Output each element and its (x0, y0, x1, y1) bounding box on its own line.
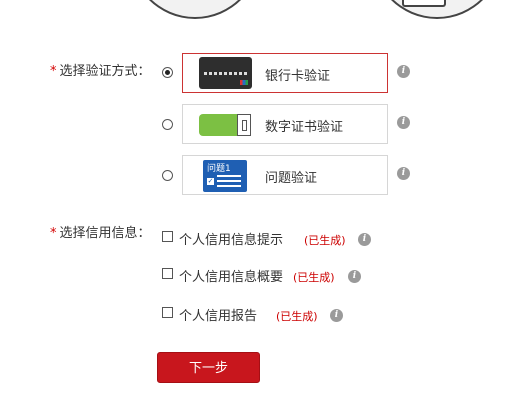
info-icon-credit-info-tips[interactable]: i (358, 233, 371, 246)
option-digital-certificate[interactable]: 数字证书验证 (182, 104, 388, 144)
status-generated: (已生成) (293, 271, 335, 284)
illustration-right (370, 0, 504, 19)
credit-report-label[interactable]: 个人信用报告 (179, 305, 257, 324)
info-icon-bank-card[interactable]: i (397, 65, 410, 78)
credit-info-label-text: 选择信用信息： (59, 226, 151, 241)
unionpay-logo-icon (240, 80, 248, 85)
verify-method-label-text: 选择验证方式： (59, 64, 151, 79)
credit-info-tips-label[interactable]: 个人信用信息提示 (179, 229, 283, 248)
radio-question[interactable] (162, 170, 173, 181)
option-bank-card[interactable]: 银行卡验证 (182, 53, 388, 93)
status-generated: (已生成) (304, 234, 346, 247)
credit-info-summary-label[interactable]: 个人信用信息概要 (179, 266, 283, 285)
option-question[interactable]: 问题1 ✓ 问题验证 (182, 155, 388, 195)
card-illustration-icon (402, 0, 446, 7)
checkbox-credit-info-summary[interactable] (162, 268, 173, 279)
verify-method-label: * 选择验证方式： (50, 60, 151, 79)
usb-key-body (199, 114, 237, 136)
question-icon: 问题1 ✓ (203, 160, 247, 192)
info-icon-credit-report[interactable]: i (330, 309, 343, 322)
info-icon-credit-info-summary[interactable]: i (348, 270, 361, 283)
info-icon-question[interactable]: i (397, 167, 410, 180)
option-question-label: 问题验证 (265, 171, 318, 186)
status-generated: (已生成) (276, 310, 318, 323)
radio-digital-certificate[interactable] (162, 119, 173, 130)
checkbox-credit-info-tips[interactable] (162, 231, 173, 242)
illustration-left (128, 0, 262, 19)
required-mark: * (50, 226, 57, 241)
option-digital-certificate-label: 数字证书验证 (265, 120, 344, 135)
bank-card-icon (199, 57, 252, 89)
question-icon-text: 问题1 (207, 164, 231, 174)
check-mark-icon: ✓ (207, 177, 214, 185)
required-mark: * (50, 64, 57, 79)
checkbox-credit-report[interactable] (162, 307, 173, 318)
radio-bank-card[interactable] (162, 67, 173, 78)
next-button[interactable]: 下一步 (157, 352, 260, 383)
card-number-stripe (204, 72, 247, 75)
info-icon-digital-certificate[interactable]: i (397, 116, 410, 129)
credit-info-label: * 选择信用信息： (50, 222, 151, 241)
usb-key-connector (237, 114, 251, 136)
question-lines (217, 175, 241, 187)
digital-certificate-icon (199, 114, 251, 136)
option-bank-card-label: 银行卡验证 (265, 69, 331, 84)
